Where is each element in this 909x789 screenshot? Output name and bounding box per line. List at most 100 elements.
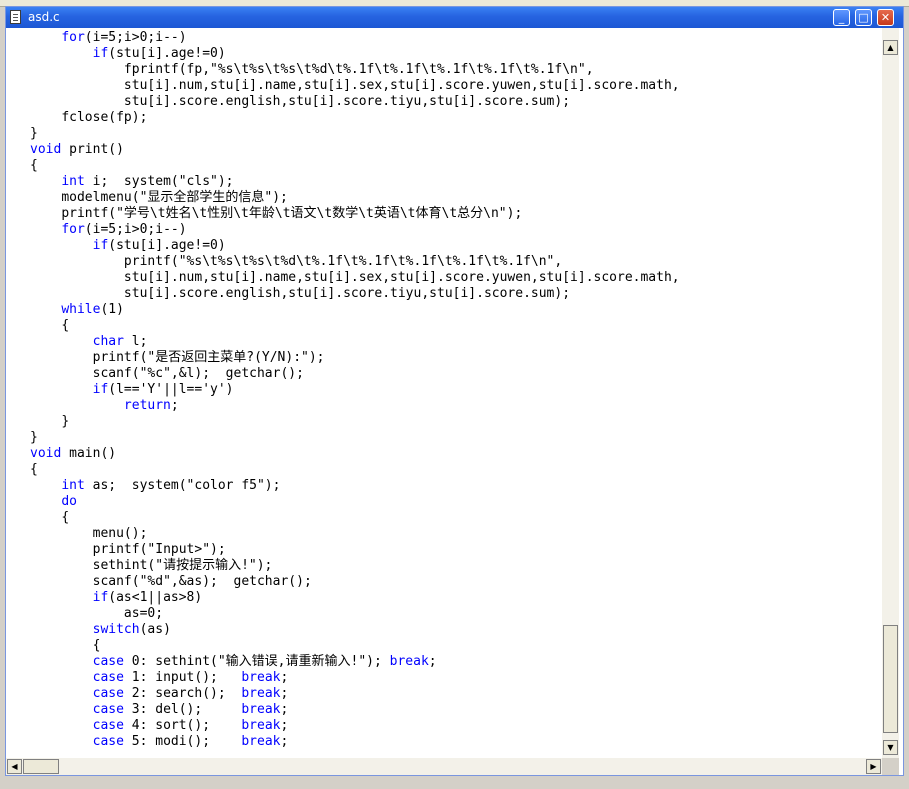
code-keyword: if (92, 590, 109, 605)
scroll-down-button[interactable]: ▼ (883, 740, 898, 755)
code-text: fclose(fp); (61, 110, 148, 125)
scroll-right-button[interactable]: ▶ (866, 759, 881, 774)
code-line[interactable]: modelmenu("显示全部学生的信息"); (30, 190, 288, 206)
code-line[interactable]: fprintf(fp,"%s\t%s\t%s\t%d\t%.1f\t%.1f\t… (30, 62, 594, 78)
code-line[interactable]: } (30, 430, 38, 446)
title-bar[interactable]: asd.c _ □ ✕ (6, 7, 903, 28)
code-keyword: case (92, 670, 124, 685)
code-line[interactable]: if(stu[i].age!=0) (30, 46, 226, 62)
code-keyword: for (61, 222, 85, 237)
code-line[interactable]: for(i=5;i>0;i--) (30, 222, 186, 238)
vertical-scroll-thumb[interactable] (883, 625, 898, 733)
close-button[interactable]: ✕ (877, 9, 894, 26)
code-text: fprintf(fp,"%s\t%s\t%s\t%d\t%.1f\t%.1f\t… (123, 62, 594, 77)
code-line[interactable]: int as; system("color f5"); (30, 478, 280, 494)
code-line[interactable]: for(i=5;i>0;i--) (30, 30, 186, 46)
code-line[interactable]: as=0; (30, 606, 163, 622)
code-text: { (30, 158, 38, 173)
code-line[interactable]: do (30, 494, 77, 510)
code-line[interactable]: return; (30, 398, 179, 414)
code-line[interactable]: case 4: sort(); break; (30, 718, 289, 734)
code-line[interactable]: case 2: search(); break; (30, 686, 289, 702)
horizontal-scrollbar[interactable]: ◀ ▶ (6, 758, 899, 775)
code-line[interactable]: printf("Input>"); (30, 542, 226, 558)
code-text: (1) (100, 302, 124, 317)
code-text: printf("Input>"); (92, 542, 226, 557)
code-area[interactable]: for(i=5;i>0;i--) if(stu[i].age!=0) fprin… (27, 28, 882, 758)
code-line[interactable]: scanf("%d",&as); getchar(); (30, 574, 312, 590)
code-line[interactable]: if(as<1||as>8) (30, 590, 203, 606)
code-line[interactable]: case 0: sethint("输入错误,请重新输入!"); break; (30, 654, 437, 670)
code-text: (stu[i].age!=0) (108, 238, 226, 253)
code-line[interactable]: void print() (30, 142, 124, 158)
code-line[interactable]: } (30, 126, 38, 142)
code-line[interactable]: scanf("%c",&l); getchar(); (30, 366, 304, 382)
code-keyword: if (92, 46, 109, 61)
code-keyword: int (61, 478, 85, 493)
code-line[interactable]: if(l=='Y'||l=='y') (30, 382, 234, 398)
code-keyword: for (61, 30, 85, 45)
code-line[interactable]: printf("学号\t姓名\t性别\t年龄\t语文\t数学\t英语\t体育\t… (30, 206, 522, 222)
editor-window: asd.c _ □ ✕ for(i=5;i>0;i--) if(stu[i].a… (5, 6, 904, 776)
code-line[interactable]: stu[i].num,stu[i].name,stu[i].sex,stu[i]… (30, 270, 680, 286)
code-keyword: void (30, 142, 62, 157)
code-line[interactable]: stu[i].score.english,stu[i].score.tiyu,s… (30, 286, 570, 302)
code-line[interactable]: sethint("请按提示输入!"); (30, 558, 273, 574)
code-line[interactable]: stu[i].num,stu[i].name,stu[i].sex,stu[i]… (30, 78, 680, 94)
code-line[interactable]: case 5: modi(); break; (30, 734, 289, 750)
horizontal-scroll-thumb[interactable] (23, 759, 59, 774)
maximize-button[interactable]: □ (855, 9, 872, 26)
code-text: scanf("%c",&l); getchar(); (92, 366, 304, 381)
code-line[interactable]: if(stu[i].age!=0) (30, 238, 226, 254)
code-line[interactable]: case 1: input(); break; (30, 670, 289, 686)
code-line[interactable]: while(1) (30, 302, 124, 318)
code-line[interactable]: char l; (30, 334, 148, 350)
code-line[interactable]: stu[i].score.english,stu[i].score.tiyu,s… (30, 94, 570, 110)
code-text: { (30, 462, 38, 477)
code-line[interactable]: printf("%s\t%s\t%s\t%d\t%.1f\t%.1f\t%.1f… (30, 254, 562, 270)
code-text: as; system("color f5"); (84, 478, 281, 493)
code-text: stu[i].score.english,stu[i].score.tiyu,s… (123, 286, 571, 301)
code-line[interactable]: { (30, 158, 38, 174)
code-keyword: break (241, 718, 281, 733)
code-line[interactable]: menu(); (30, 526, 148, 542)
code-line[interactable]: { (30, 462, 38, 478)
code-line[interactable]: int i; system("cls"); (30, 174, 233, 190)
code-line[interactable]: } (30, 414, 69, 430)
code-line[interactable]: printf("是否返回主菜单?(Y/N):"); (30, 350, 325, 366)
code-text: ; (280, 718, 289, 733)
code-line[interactable]: switch(as) (30, 622, 171, 638)
document-icon (10, 10, 21, 24)
code-text: stu[i].num,stu[i].name,stu[i].sex,stu[i]… (123, 270, 680, 285)
code-text: } (30, 430, 38, 445)
code-line[interactable]: case 3: del(); break; (30, 702, 289, 718)
scrollbar-corner (882, 758, 899, 775)
code-text: modelmenu("显示全部学生的信息"); (61, 190, 288, 205)
code-text: printf("是否返回主菜单?(Y/N):"); (92, 350, 325, 365)
code-line[interactable]: void main() (30, 446, 116, 462)
scroll-left-button[interactable]: ◀ (7, 759, 22, 774)
scroll-up-button[interactable]: ▲ (883, 40, 898, 55)
code-line[interactable]: { (30, 638, 101, 654)
code-text: 5: modi(); (123, 734, 242, 749)
code-line[interactable]: fclose(fp); (30, 110, 147, 126)
vertical-scrollbar[interactable]: ▲ ▼ (882, 28, 899, 758)
minimize-button[interactable]: _ (833, 9, 850, 26)
code-line[interactable]: { (30, 510, 69, 526)
code-line[interactable]: { (30, 318, 69, 334)
